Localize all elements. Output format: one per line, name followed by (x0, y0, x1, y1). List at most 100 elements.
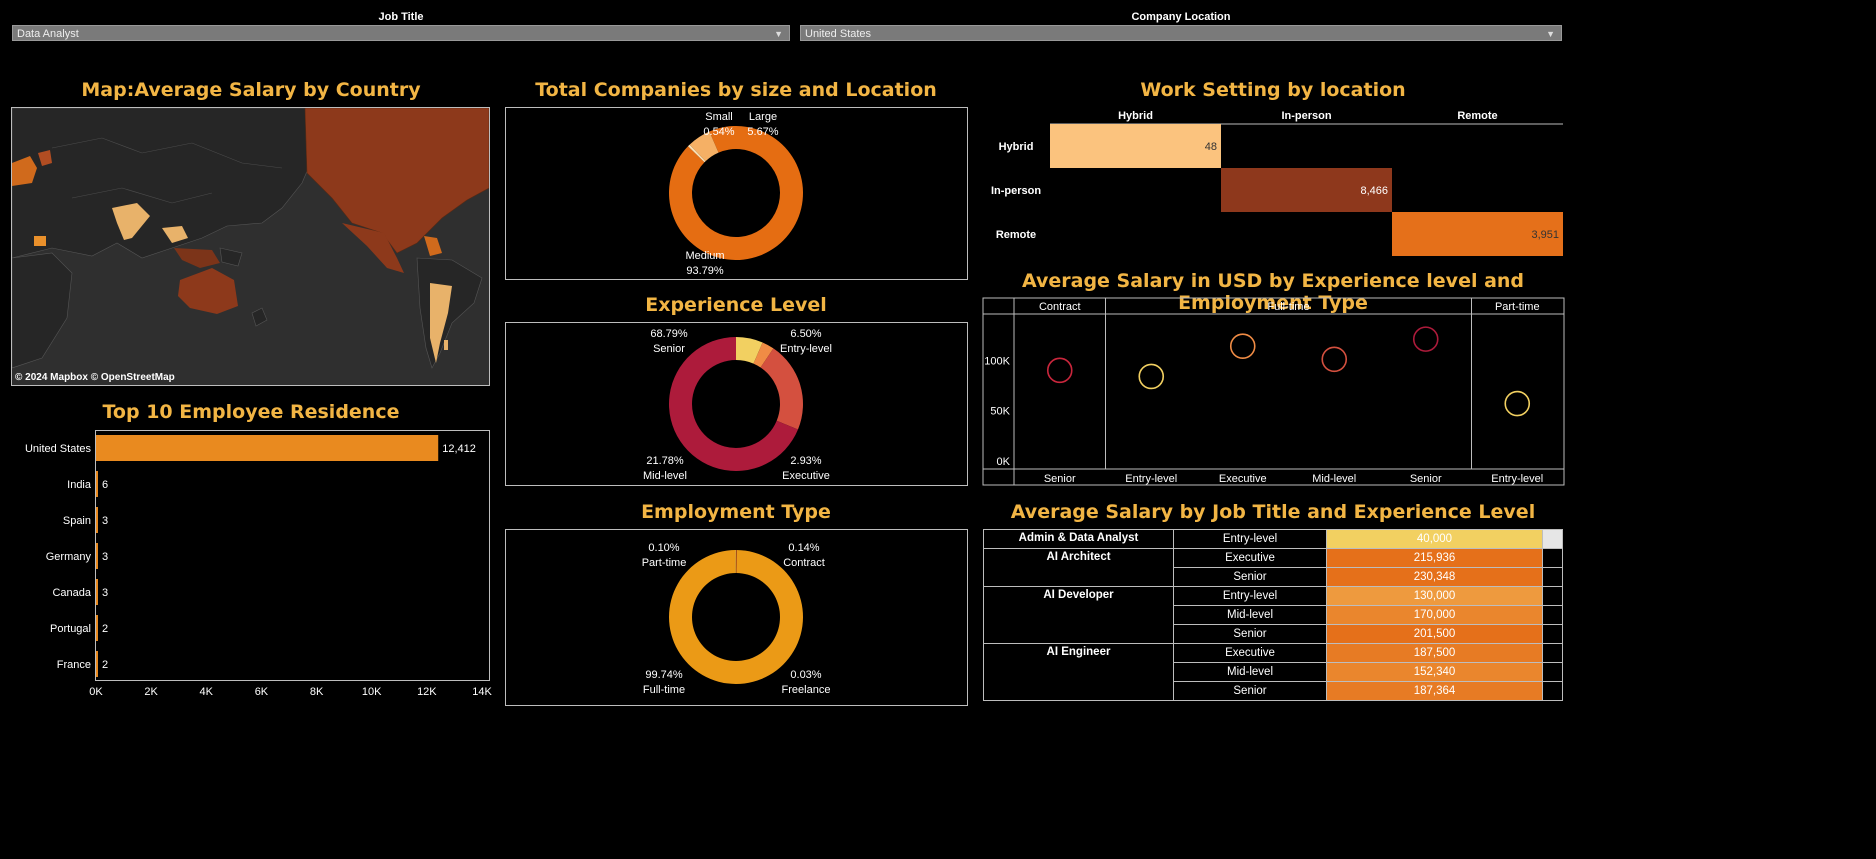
employment-label-name: Part-time (642, 557, 687, 569)
residence-value-label: 2 (102, 659, 108, 671)
scatter-y-tick: 100K (984, 355, 1010, 367)
residence-x-tick: 2K (144, 686, 158, 698)
residence-category-label: Canada (52, 587, 91, 599)
employment-label-pct: 0.03% (790, 669, 821, 681)
company-location-dropdown[interactable]: United States ▼ (800, 25, 1562, 41)
company-size-label-name: Large (749, 111, 777, 123)
residence-bar (96, 435, 439, 461)
table-scrollbar-cell[interactable] (1542, 567, 1563, 587)
scatter-point (1138, 363, 1165, 390)
company-size-label-pct: 93.79% (686, 265, 724, 277)
scatter-group-header: Contract (1039, 301, 1081, 313)
experience-title: Experience Level (645, 294, 827, 316)
work-setting-column-header: In-person (1281, 110, 1331, 122)
company-size-label-name: Small (705, 111, 733, 123)
scatter-point (1321, 346, 1348, 373)
employment-title: Employment Type (641, 501, 831, 523)
employment-label-pct: 99.74% (645, 669, 683, 681)
job-title-cell: AI Developer (983, 586, 1174, 644)
experience-label-name: Entry-level (780, 343, 832, 355)
job-salary-table: Admin & Data Analyst Entry-level 40,000 AI … (983, 529, 1563, 701)
work-setting-cell-value: 48 (1205, 141, 1217, 153)
salary-value-cell: 187,500 (1326, 643, 1543, 663)
residence-x-tick: 8K (310, 686, 324, 698)
scatter-x-category: Mid-level (1312, 473, 1356, 485)
work-setting-heatmap: Hybrid In-person Remote Hybrid In-person Remo… (991, 110, 1563, 256)
work-setting-row-header: In-person (991, 185, 1041, 197)
table-scrollbar-cell[interactable] (1542, 605, 1563, 625)
residence-category-label: Germany (46, 551, 92, 563)
scatter-point (1412, 326, 1439, 352)
table-scrollbar-cell[interactable] (1542, 548, 1563, 568)
residence-x-tick: 12K (417, 686, 437, 698)
table-row: AI Architect Executive 215,936 (983, 548, 1563, 587)
table-scrollbar-cell[interactable] (1542, 681, 1563, 701)
employment-label-pct: 0.14% (788, 542, 819, 554)
employment-label-name: Freelance (782, 684, 831, 696)
job-title-dropdown[interactable]: Data Analyst ▼ (12, 25, 790, 41)
experience-label-name: Mid-level (643, 470, 687, 482)
residence-x-tick: 6K (255, 686, 269, 698)
table-scrollbar-cell[interactable] (1542, 662, 1563, 682)
job-title-cell: AI Architect (983, 548, 1174, 587)
residence-bar (96, 579, 98, 605)
job-table-title: Average Salary by Job Title and Experien… (1010, 501, 1536, 523)
residence-bar-chart: United States 12,412India 6Spain 3Germany 3C… (25, 435, 492, 698)
map-canvas (12, 108, 489, 385)
job-title-value: Data Analyst (17, 28, 79, 40)
table-row: AI Developer Entry-level 130,000 (983, 586, 1563, 644)
residence-category-label: Portugal (50, 623, 91, 635)
scatter-x-category: Senior (1044, 473, 1076, 485)
work-setting-row-header: Hybrid (999, 141, 1034, 153)
scatter-x-category: Senior (1410, 473, 1442, 485)
scatter-point (1504, 390, 1531, 417)
scatter-x-category: Entry-level (1125, 473, 1177, 485)
experience-level-cell: Executive (1173, 548, 1327, 568)
scatter-y-tick: 0K (997, 456, 1011, 468)
job-table-grid: Admin & Data Analyst Entry-level 40,000 AI … (983, 529, 1563, 701)
job-title-cell: Admin & Data Analyst (983, 529, 1174, 549)
residence-category-label: United States (25, 443, 92, 455)
table-row: Admin & Data Analyst Entry-level 40,000 (983, 529, 1563, 549)
employment-label-name: Contract (783, 557, 825, 569)
table-scrollbar-cell[interactable] (1542, 529, 1563, 549)
residence-value-label: 3 (102, 515, 108, 527)
company-location-filter-label: Company Location (1131, 11, 1231, 23)
salary-value-cell: 170,000 (1326, 605, 1543, 625)
residence-x-tick: 10K (362, 686, 382, 698)
salary-value-cell: 187,364 (1326, 681, 1543, 701)
chevron-down-icon: ▼ (1546, 29, 1555, 39)
table-scrollbar-cell[interactable] (1542, 643, 1563, 663)
experience-slice-mid-level (760, 348, 803, 430)
experience-label-pct: 2.93% (790, 455, 821, 467)
employment-donut: 0.14% Contract 0.03% Freelance 99.74% Full-ti… (642, 542, 831, 696)
scatter-group-header: Part-time (1495, 301, 1540, 313)
scatter-x-category: Executive (1219, 473, 1267, 485)
scatter-point (1229, 333, 1256, 359)
table-scrollbar-cell[interactable] (1542, 586, 1563, 606)
employment-label-pct: 0.10% (648, 542, 679, 554)
salary-value-cell: 201,500 (1326, 624, 1543, 644)
residence-x-tick: 0K (89, 686, 103, 698)
salary-value-cell: 230,348 (1326, 567, 1543, 587)
chevron-down-icon: ▼ (774, 29, 783, 39)
salary-map[interactable]: © 2024 Mapbox © OpenStreetMap (11, 107, 490, 386)
experience-label-pct: 68.79% (650, 328, 688, 340)
table-scrollbar-cell[interactable] (1542, 624, 1563, 644)
map-title: Map:Average Salary by Country (81, 79, 421, 101)
scatter-frame (982, 297, 1565, 486)
company-size-label-pct: 5.67% (747, 126, 778, 138)
residence-x-tick: 4K (200, 686, 214, 698)
salary-value-cell: 215,936 (1326, 548, 1543, 568)
scatter-point (1046, 357, 1073, 384)
residence-category-label: Spain (63, 515, 91, 527)
work-setting-column-header: Hybrid (1118, 110, 1153, 122)
experience-level-cell: Senior (1173, 624, 1327, 644)
salary-value-cell: 130,000 (1326, 586, 1543, 606)
residence-category-label: India (67, 479, 92, 491)
residence-bar (96, 507, 98, 533)
work-setting-title: Work Setting by location (1140, 79, 1406, 101)
experience-level-cell: Mid-level (1173, 662, 1327, 682)
scatter-group-header: Full-time (1267, 301, 1309, 313)
experience-level-cell: Senior (1173, 567, 1327, 587)
